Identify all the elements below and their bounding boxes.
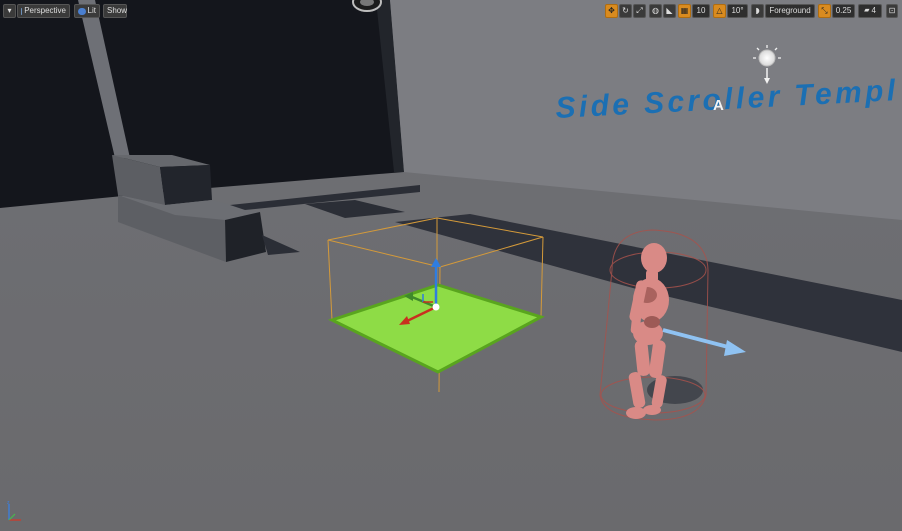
- coordinate-system-button[interactable]: ◍: [649, 4, 662, 18]
- lit-sphere-icon: [78, 7, 86, 15]
- rotate-icon: ↻: [622, 6, 629, 15]
- perspective-button[interactable]: Perspective: [17, 4, 70, 18]
- show-button[interactable]: Show: [103, 4, 127, 18]
- rotation-snap-value[interactable]: 10°: [727, 4, 748, 18]
- show-label: Show: [107, 6, 128, 15]
- actor-label: A: [713, 97, 724, 114]
- scale-icon: ⤢: [636, 6, 643, 15]
- layer-label: Foreground: [769, 6, 811, 15]
- maximize-viewport-button[interactable]: ⊡: [886, 4, 898, 18]
- surface-snapping-button[interactable]: ◣: [663, 4, 676, 18]
- rotation-snap-toggle[interactable]: △: [713, 4, 726, 18]
- grid-icon: ▦: [680, 6, 689, 15]
- maximize-icon: ⊡: [888, 6, 896, 15]
- chevron-down-icon: ▾: [7, 6, 12, 15]
- grid-snap-value[interactable]: 10: [692, 4, 710, 18]
- translate-mode-button[interactable]: ✥: [605, 4, 618, 18]
- viewport-options-button[interactable]: ▾: [3, 4, 16, 18]
- stair-upper-side: [160, 165, 212, 205]
- camera-speed-button[interactable]: ▰ 4: [858, 4, 882, 18]
- scale-mode-button[interactable]: ⤢: [633, 4, 646, 18]
- layer-icon: ◗: [755, 6, 760, 15]
- scale-snap-toggle[interactable]: ⤡: [818, 4, 831, 18]
- rotation-snap-label: 10°: [731, 6, 744, 15]
- camera-speed-label: 4: [871, 6, 876, 15]
- level-viewport[interactable]: Side Scroller Templ A ▾ Perspective Lit …: [0, 0, 902, 531]
- perspective-icon: [21, 7, 23, 15]
- surface-snap-icon: ◣: [666, 6, 673, 15]
- camera-actor-icon[interactable]: [352, 0, 382, 12]
- lit-label: Lit: [87, 6, 96, 15]
- rotate-mode-button[interactable]: ↻: [619, 4, 632, 18]
- layer-toggle[interactable]: ◗: [751, 4, 764, 18]
- grid-snap-toggle[interactable]: ▦: [678, 4, 691, 18]
- camera-speed-icon: ▰: [864, 7, 870, 14]
- angle-icon: △: [716, 6, 723, 15]
- layer-dropdown[interactable]: Foreground: [765, 4, 815, 18]
- scale-snap-label: 0.25: [835, 6, 852, 15]
- grid-snap-label: 10: [696, 6, 706, 15]
- scale-snap-icon: ⤡: [821, 6, 828, 15]
- lit-button[interactable]: Lit: [74, 4, 100, 18]
- axis-orientation-gizmo: z: [7, 500, 21, 521]
- globe-icon: ◍: [652, 6, 659, 15]
- scale-snap-value[interactable]: 0.25: [832, 4, 855, 18]
- translate-icon: ✥: [608, 6, 615, 15]
- perspective-label: Perspective: [24, 6, 66, 15]
- scene-render[interactable]: Side Scroller Templ: [0, 0, 902, 531]
